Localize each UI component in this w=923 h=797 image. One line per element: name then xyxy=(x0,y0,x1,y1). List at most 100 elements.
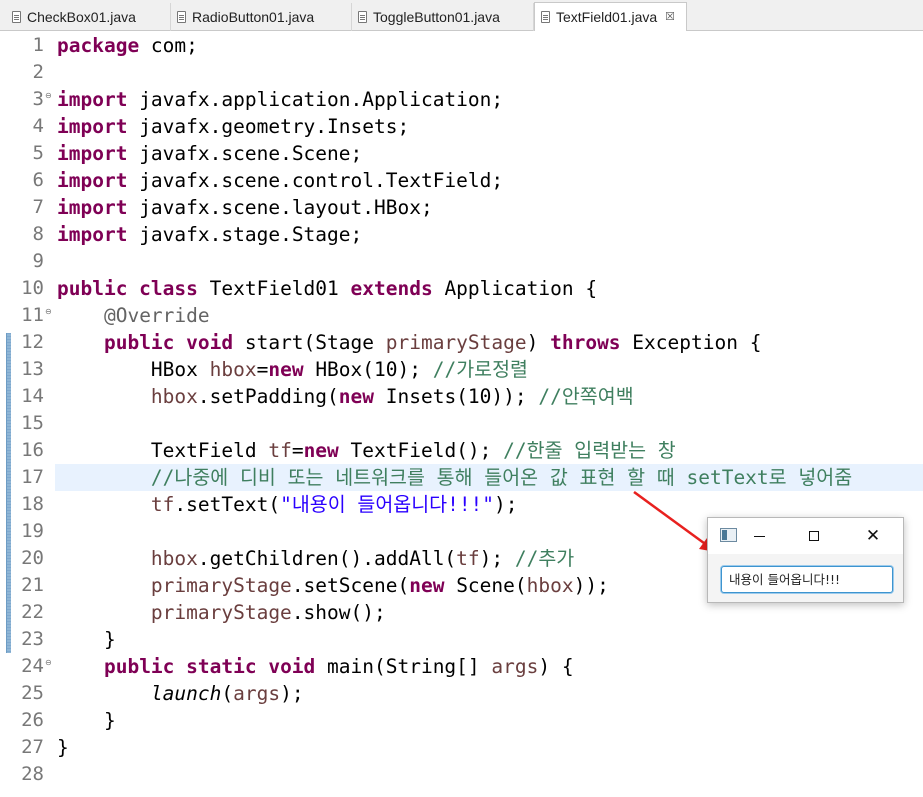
code-line: 5 import javafx.scene.Scene; xyxy=(0,140,923,167)
code-text: import javafx.stage.Stage; xyxy=(57,223,363,246)
line-number: 24 xyxy=(21,655,44,677)
line-number: 26 xyxy=(21,709,44,731)
code-text: @Override xyxy=(103,304,210,327)
line-number: 13 xyxy=(21,358,44,380)
code-line: 14 hbox.setPadding(new Insets(10)); //안쪽… xyxy=(0,383,923,410)
line-number: 16 xyxy=(21,439,44,461)
line-number: 5 xyxy=(32,142,44,164)
editor-tab-bar: CheckBox01.java RadioButton01.java Toggl… xyxy=(0,0,923,31)
code-text: primaryStage.show(); xyxy=(150,601,386,624)
line-number: 8 xyxy=(32,223,44,245)
code-line: 16 TextField tf=new TextField(); //한줄 입력… xyxy=(0,437,923,464)
line-number: 10 xyxy=(21,277,44,299)
line-number: 4 xyxy=(32,115,44,137)
line-number: 15 xyxy=(21,412,44,434)
line-number: 19 xyxy=(21,520,44,542)
code-line: 28 xyxy=(0,761,923,788)
minimize-button[interactable] xyxy=(736,518,782,554)
close-button[interactable]: ✕ xyxy=(850,518,896,554)
code-line: 17 //나중에 디비 또는 네트워크를 통해 들어온 값 표현 할 때 set… xyxy=(0,464,923,491)
code-text: import javafx.geometry.Insets; xyxy=(57,115,410,138)
line-number: 12 xyxy=(21,331,44,353)
code-text: import javafx.scene.control.TextField; xyxy=(57,169,504,192)
fold-toggle-icon[interactable]: ⊖ xyxy=(45,91,52,100)
code-line: 26 } xyxy=(0,707,923,734)
line-number: 2 xyxy=(32,61,44,83)
code-text: TextField tf=new TextField(); //한줄 입력받는 … xyxy=(150,439,676,462)
code-text: import javafx.application.Application; xyxy=(57,88,504,111)
code-text: hbox.setPadding(new Insets(10)); //안쪽여백 xyxy=(150,385,634,408)
code-text: public class TextField01 extends Applica… xyxy=(57,277,598,300)
code-line: 27 } xyxy=(0,734,923,761)
java-file-icon xyxy=(541,11,550,23)
code-line: 6 import javafx.scene.control.TextField; xyxy=(0,167,923,194)
code-text: public void start(Stage primaryStage) th… xyxy=(103,331,762,354)
code-text: launch(args); xyxy=(150,682,304,705)
tab-togglebutton01[interactable]: ToggleButton01.java xyxy=(352,3,534,31)
window-titlebar[interactable]: ✕ xyxy=(708,518,903,554)
code-line: 1 package com; xyxy=(0,32,923,59)
maximize-icon xyxy=(809,531,819,541)
line-number: 23 xyxy=(21,628,44,650)
code-text: hbox.getChildren().addAll(tf); //추가 xyxy=(150,547,575,570)
line-number: 17 xyxy=(21,466,44,488)
fold-toggle-icon[interactable]: ⊖ xyxy=(45,658,52,667)
code-text: tf.setText("내용이 들어옵니다!!!"); xyxy=(150,493,518,516)
close-icon: ✕ xyxy=(865,525,881,546)
code-editor[interactable]: 1 package com; 2 3 ⊖ import javafx.appli… xyxy=(0,31,923,797)
minimize-icon xyxy=(753,535,765,537)
code-line: 4 import javafx.geometry.Insets; xyxy=(0,113,923,140)
line-number: 7 xyxy=(32,196,44,218)
code-text: HBox hbox=new HBox(10); //가로정렬 xyxy=(150,358,528,381)
app-icon xyxy=(720,528,737,542)
tab-label: ToggleButton01.java xyxy=(373,9,500,25)
java-file-icon xyxy=(358,11,367,23)
javafx-app-window: ✕ 내용이 들어옵니다!!! xyxy=(707,517,904,603)
code-line: 12 public void start(Stage primaryStage)… xyxy=(0,329,923,356)
line-number: 20 xyxy=(21,547,44,569)
tab-checkbox01[interactable]: CheckBox01.java xyxy=(6,3,171,31)
code-line: 15 xyxy=(0,410,923,437)
fold-toggle-icon[interactable]: ⊖ xyxy=(45,307,52,316)
code-line: 7 import javafx.scene.layout.HBox; xyxy=(0,194,923,221)
code-line: 13 HBox hbox=new HBox(10); //가로정렬 xyxy=(0,356,923,383)
code-text: public static void main(String[] args) { xyxy=(103,655,574,678)
code-text: import javafx.scene.Scene; xyxy=(57,142,363,165)
tab-label: TextField01.java xyxy=(556,9,658,25)
code-text: } xyxy=(57,709,116,732)
tab-textfield01[interactable]: TextField01.java ☒ xyxy=(534,2,687,31)
tab-radiobutton01[interactable]: RadioButton01.java xyxy=(171,3,352,31)
code-line: 11 ⊖ @Override xyxy=(0,302,923,329)
line-number: 11 xyxy=(21,304,44,326)
code-line: 23 } xyxy=(0,626,923,653)
code-line: 24 ⊖ public static void main(String[] ar… xyxy=(0,653,923,680)
code-line: 25 launch(args); xyxy=(0,680,923,707)
code-line: 8 import javafx.stage.Stage; xyxy=(0,221,923,248)
code-text: package com; xyxy=(57,34,198,57)
code-line: 22 primaryStage.show(); xyxy=(0,599,923,626)
line-number: 18 xyxy=(21,493,44,515)
code-line: 10 public class TextField01 extends Appl… xyxy=(0,275,923,302)
line-number: 25 xyxy=(21,682,44,704)
text-field[interactable]: 내용이 들어옵니다!!! xyxy=(721,566,893,593)
tab-close-icon[interactable]: ☒ xyxy=(665,11,675,23)
line-number: 6 xyxy=(32,169,44,191)
code-text: } xyxy=(57,628,116,651)
code-line: 3 ⊖ import javafx.application.Applicatio… xyxy=(0,86,923,113)
code-text: //나중에 디비 또는 네트워크를 통해 들어온 값 표현 할 때 setTex… xyxy=(150,466,853,489)
tab-label: RadioButton01.java xyxy=(192,9,315,25)
line-number: 1 xyxy=(32,34,44,56)
maximize-button[interactable] xyxy=(791,518,837,554)
tab-label: CheckBox01.java xyxy=(27,9,136,25)
code-text: } xyxy=(57,736,69,759)
code-line: 18 tf.setText("내용이 들어옵니다!!!"); xyxy=(0,491,923,518)
line-number: 21 xyxy=(21,574,44,596)
code-text: primaryStage.setScene(new Scene(hbox)); xyxy=(150,574,609,597)
code-line: 2 xyxy=(0,59,923,86)
line-number: 3 xyxy=(32,88,44,110)
code-line: 9 xyxy=(0,248,923,275)
line-number: 22 xyxy=(21,601,44,623)
code-text: import javafx.scene.layout.HBox; xyxy=(57,196,433,219)
line-number: 14 xyxy=(21,385,44,407)
java-file-icon xyxy=(12,11,21,23)
